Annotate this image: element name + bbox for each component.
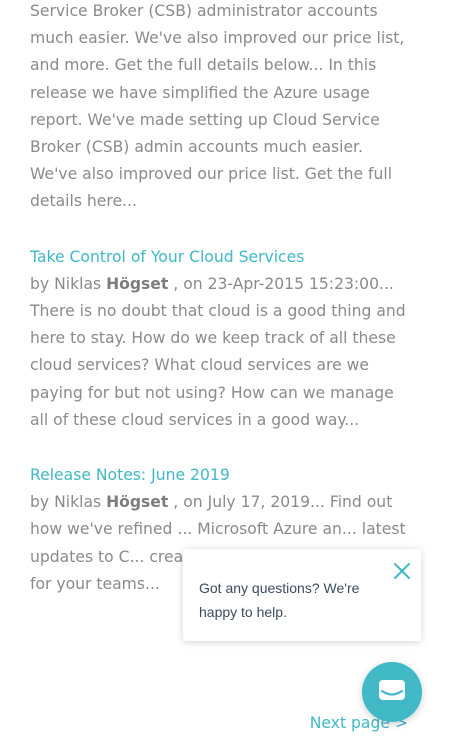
post-meta-suffix: , on July 17, 2019... <box>168 493 325 512</box>
chat-launcher-button[interactable] <box>362 662 422 722</box>
post-author-last: Högset <box>106 493 169 512</box>
chat-prompt-text: Got any questions? We're happy to help. <box>199 580 360 620</box>
post-title-link[interactable]: Release Notes: June 2019 <box>30 462 410 489</box>
close-icon[interactable] <box>393 562 411 580</box>
post-meta-prefix: by Niklas <box>30 274 107 293</box>
post-excerpt: Service Broker (CSB) administrator accou… <box>30 2 405 211</box>
post-excerpt: There is no doubt that cloud is a good t… <box>30 302 406 429</box>
blog-post-list: Service Broker (CSB) administrator accou… <box>30 0 410 626</box>
post-author-last: Högset <box>106 274 169 293</box>
blog-post: Take Control of Your Cloud Services by N… <box>30 244 410 434</box>
chat-icon <box>379 680 405 700</box>
post-meta-prefix: by Niklas <box>30 493 107 512</box>
post-meta-suffix: , on 23-Apr-2015 15:23:00... <box>168 274 394 293</box>
post-title-link[interactable]: Take Control of Your Cloud Services <box>30 244 410 271</box>
chat-prompt-bubble: Got any questions? We're happy to help. <box>183 549 421 641</box>
